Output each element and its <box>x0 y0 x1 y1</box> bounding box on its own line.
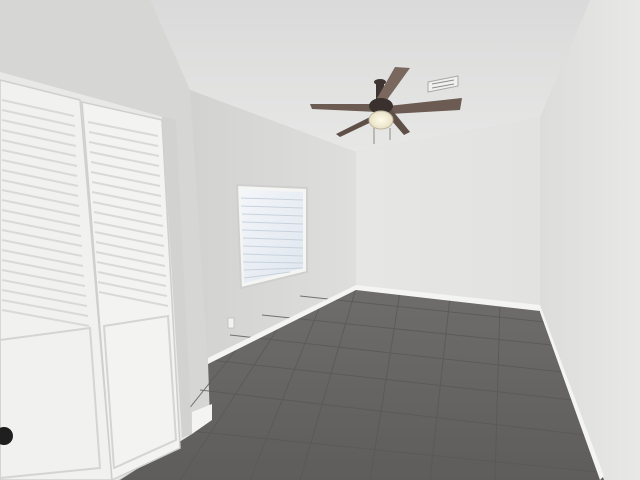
wall-outlet <box>227 317 235 329</box>
window-with-blinds <box>235 183 308 290</box>
room-photo <box>0 0 640 480</box>
fan-light <box>368 110 394 130</box>
bifold-closet-door <box>0 79 181 480</box>
